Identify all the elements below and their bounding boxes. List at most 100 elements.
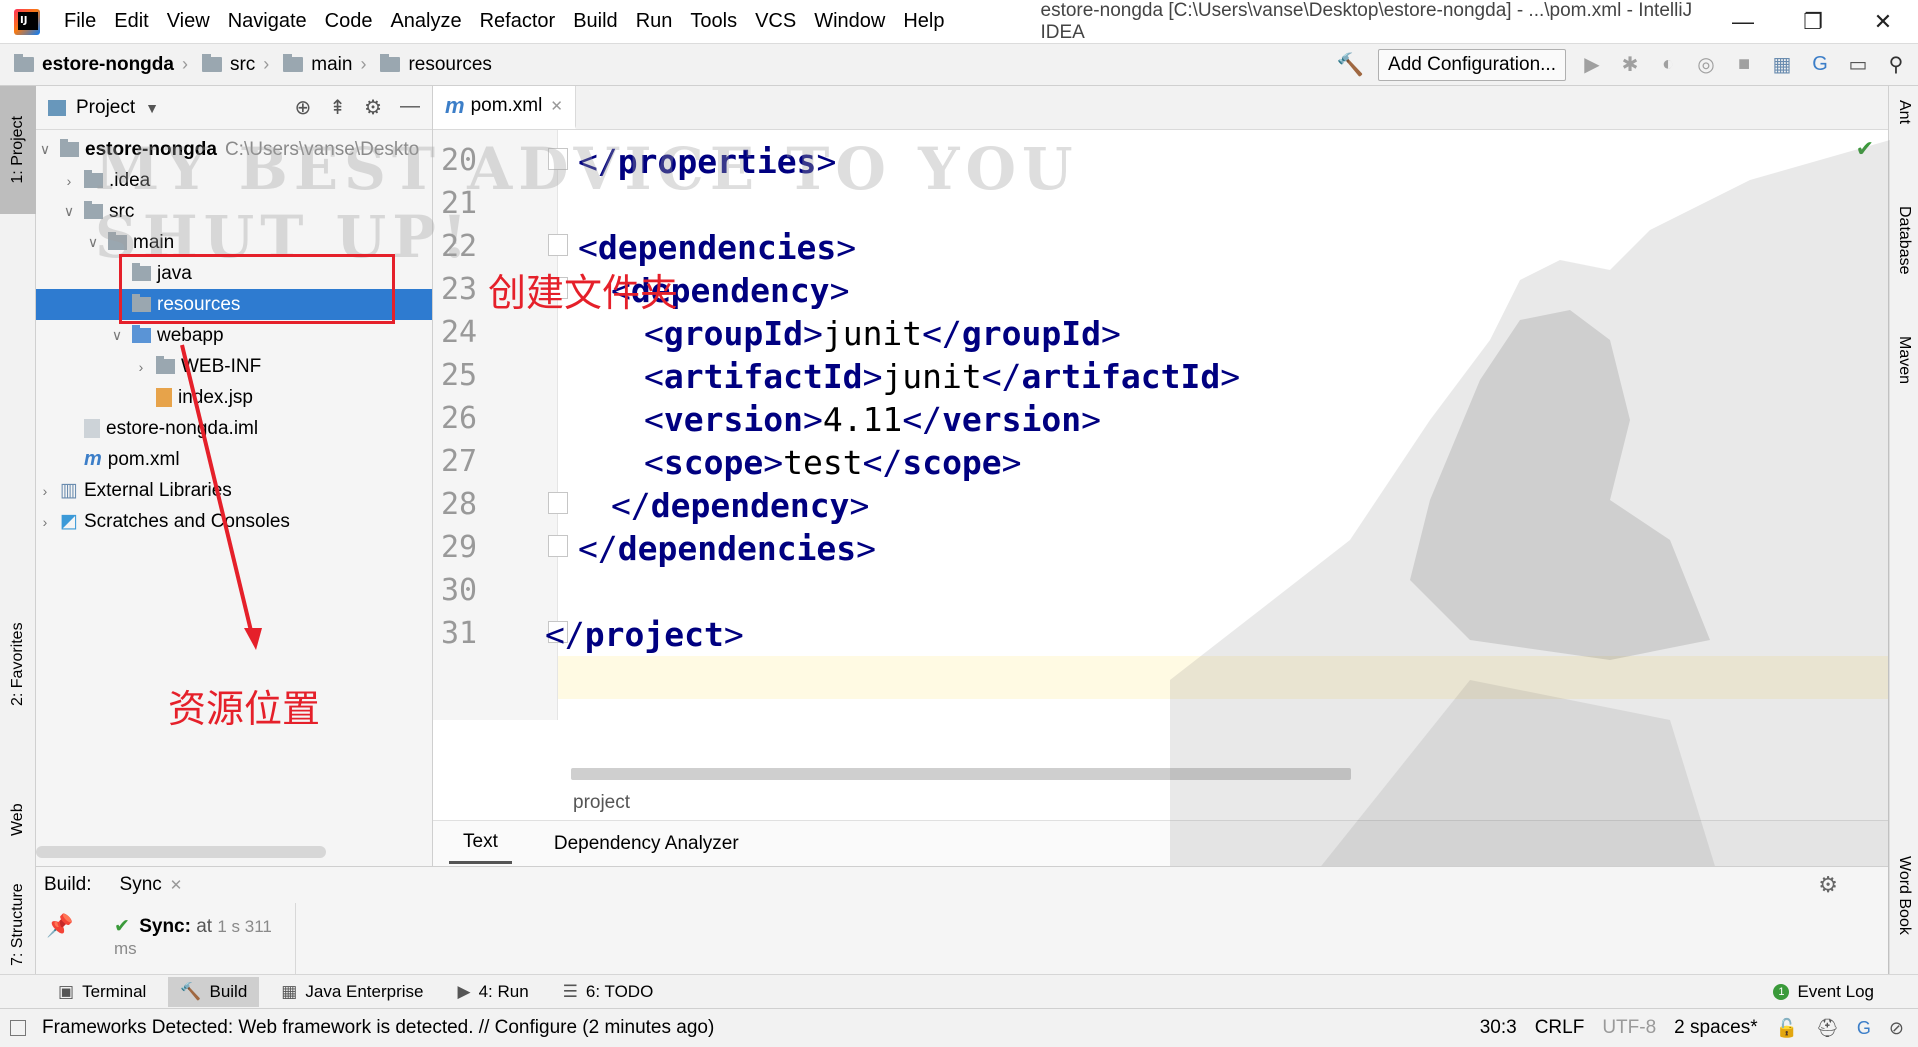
coverage-icon[interactable]: ◐ bbox=[1656, 53, 1680, 77]
stop-icon[interactable]: ■ bbox=[1732, 53, 1756, 77]
horizontal-scrollbar[interactable] bbox=[571, 768, 1351, 780]
tool-tab-web[interactable]: Web bbox=[0, 746, 36, 836]
tool-tab-word-book[interactable]: Word Book bbox=[1889, 856, 1918, 966]
breadcrumb-project[interactable]: estore-nongda bbox=[14, 54, 174, 76]
tree-item-web-inf[interactable]: › WEB-INF bbox=[36, 351, 432, 382]
code-line-27[interactable]: <scope>test</scope> bbox=[644, 443, 1022, 482]
add-configuration-button[interactable]: Add Configuration... bbox=[1378, 48, 1566, 81]
breadcrumb-resources[interactable]: resources bbox=[380, 54, 492, 76]
run-icon[interactable]: ▶ bbox=[1580, 53, 1604, 77]
translate-icon[interactable]: G bbox=[1808, 53, 1832, 77]
profile-icon[interactable]: ◎ bbox=[1694, 53, 1718, 77]
toggle-tool-windows-icon[interactable] bbox=[10, 1020, 26, 1036]
gear-icon[interactable]: ⚙ bbox=[364, 95, 382, 120]
menu-analyze[interactable]: Analyze bbox=[388, 6, 463, 37]
tab-dependency-analyzer[interactable]: Dependency Analyzer bbox=[540, 825, 753, 863]
close-icon[interactable]: ✕ bbox=[170, 876, 183, 894]
presentation-icon[interactable]: ▭ bbox=[1846, 53, 1870, 77]
tree-item-src[interactable]: ∨ src bbox=[36, 196, 432, 227]
lock-icon[interactable]: 🔓 bbox=[1776, 1018, 1798, 1039]
menu-vcs[interactable]: VCS bbox=[753, 6, 798, 37]
locate-file-icon[interactable]: ⊕ bbox=[295, 95, 312, 120]
chevron-down-icon[interactable]: ∨ bbox=[36, 141, 54, 158]
menu-help[interactable]: Help bbox=[901, 6, 946, 37]
restore-button[interactable]: ❐ bbox=[1778, 0, 1848, 44]
build-hammer-icon[interactable]: 🔨 bbox=[1337, 52, 1364, 78]
code-line-23[interactable]: <dependency> bbox=[611, 271, 849, 310]
fold-marker-icon[interactable] bbox=[548, 277, 568, 299]
close-window-button[interactable]: ✕ bbox=[1848, 0, 1918, 44]
tool-tab-structure[interactable]: 7: Structure bbox=[0, 846, 36, 966]
fold-marker-icon[interactable] bbox=[548, 148, 568, 170]
notification-icon[interactable]: ⊘ bbox=[1889, 1018, 1904, 1039]
tree-item-scratches[interactable]: › ◩ Scratches and Consoles bbox=[36, 506, 432, 537]
menu-build[interactable]: Build bbox=[571, 6, 619, 37]
chevron-down-icon[interactable]: ∨ bbox=[108, 327, 126, 344]
fold-marker-icon[interactable] bbox=[548, 234, 568, 256]
indent-setting[interactable]: 2 spaces* bbox=[1674, 1017, 1757, 1039]
chevron-right-icon[interactable]: › bbox=[132, 359, 150, 375]
inspector-icon[interactable]: ⛑ bbox=[1816, 1018, 1839, 1039]
google-icon[interactable]: G bbox=[1857, 1018, 1871, 1039]
caret-position[interactable]: 30:3 bbox=[1480, 1017, 1517, 1039]
pin-icon[interactable]: 📌 bbox=[46, 913, 73, 939]
tree-item-java[interactable]: java bbox=[36, 258, 432, 289]
tab-sync[interactable]: Sync bbox=[120, 874, 162, 896]
chevron-right-icon[interactable]: › bbox=[36, 483, 54, 499]
tree-item-pom[interactable]: m pom.xml bbox=[36, 444, 432, 475]
code-line-31[interactable]: </project> bbox=[545, 615, 744, 654]
tree-item-resources[interactable]: resources bbox=[36, 289, 432, 320]
gear-icon[interactable]: ⚙ bbox=[1818, 872, 1838, 898]
tab-pom-xml[interactable]: m pom.xml ✕ bbox=[433, 86, 576, 129]
tree-item-external-libraries[interactable]: › ▥ External Libraries bbox=[36, 475, 432, 506]
tool-tab-event-log[interactable]: 1 Event Log bbox=[1773, 982, 1874, 1002]
project-structure-icon[interactable]: ▦ bbox=[1770, 53, 1794, 77]
code-line-20[interactable]: </properties> bbox=[578, 142, 836, 181]
breadcrumb-src[interactable]: src bbox=[201, 54, 255, 76]
chevron-down-icon[interactable]: ∨ bbox=[60, 203, 78, 220]
tree-item-main[interactable]: ∨ main bbox=[36, 227, 432, 258]
status-message[interactable]: Frameworks Detected: Web framework is de… bbox=[42, 1017, 714, 1039]
hide-panel-icon[interactable]: — bbox=[400, 95, 420, 120]
menu-edit[interactable]: Edit bbox=[112, 6, 150, 37]
menu-file[interactable]: File bbox=[62, 6, 98, 37]
menu-view[interactable]: View bbox=[165, 6, 212, 37]
horizontal-scrollbar[interactable] bbox=[36, 846, 326, 858]
code-line-22[interactable]: <dependencies> bbox=[578, 228, 856, 267]
project-view-selector[interactable]: Project bbox=[76, 97, 135, 119]
chevron-down-icon[interactable]: ▼ bbox=[145, 100, 159, 116]
collapse-all-icon[interactable]: ⇞ bbox=[329, 95, 346, 120]
menu-refactor[interactable]: Refactor bbox=[478, 6, 558, 37]
tool-tab-todo[interactable]: ☰ 6: TODO bbox=[551, 977, 666, 1007]
code-line-28[interactable]: </dependency> bbox=[611, 486, 869, 525]
file-encoding[interactable]: UTF-8 bbox=[1602, 1017, 1656, 1039]
menu-window[interactable]: Window bbox=[812, 6, 887, 37]
chevron-right-icon[interactable]: › bbox=[60, 173, 78, 189]
code-line-24[interactable]: <groupId>junit</groupId> bbox=[644, 314, 1121, 353]
tool-tab-run[interactable]: ▶ 4: Run bbox=[445, 977, 540, 1007]
tree-item-webapp[interactable]: ∨ webapp bbox=[36, 320, 432, 351]
close-icon[interactable]: ✕ bbox=[550, 97, 563, 115]
minimize-button[interactable]: — bbox=[1708, 0, 1778, 44]
tool-tab-project[interactable]: 1: Project bbox=[0, 86, 36, 214]
tree-item-index-jsp[interactable]: index.jsp bbox=[36, 382, 432, 413]
tool-tab-build[interactable]: 🔨 Build bbox=[168, 976, 260, 1007]
code-line-25[interactable]: <artifactId>junit</artifactId> bbox=[644, 357, 1240, 396]
tree-item-project-root[interactable]: ∨ estore-nongda C:\Users\vanse\Deskto bbox=[36, 134, 432, 165]
chevron-down-icon[interactable]: ∨ bbox=[84, 234, 102, 251]
tool-tab-database[interactable]: Database bbox=[1889, 206, 1918, 316]
tab-text[interactable]: Text bbox=[449, 823, 512, 864]
tool-tab-terminal[interactable]: ▣ Terminal bbox=[46, 977, 158, 1007]
line-separator[interactable]: CRLF bbox=[1535, 1017, 1585, 1039]
inspection-ok-icon[interactable]: ✔ bbox=[1856, 136, 1874, 162]
search-icon[interactable]: ⚲ bbox=[1884, 53, 1908, 77]
menu-run[interactable]: Run bbox=[634, 6, 675, 37]
menu-navigate[interactable]: Navigate bbox=[226, 6, 309, 37]
tree-item-idea[interactable]: › .idea bbox=[36, 165, 432, 196]
menu-code[interactable]: Code bbox=[323, 6, 375, 37]
tool-tab-java-enterprise[interactable]: ▦ Java Enterprise bbox=[269, 977, 435, 1007]
sync-result-item[interactable]: ✔ Sync: at 1 s 311 ms bbox=[114, 915, 295, 960]
debug-icon[interactable]: ✱ bbox=[1618, 53, 1642, 77]
xml-breadcrumb[interactable]: project bbox=[573, 792, 630, 814]
chevron-right-icon[interactable]: › bbox=[36, 514, 54, 530]
